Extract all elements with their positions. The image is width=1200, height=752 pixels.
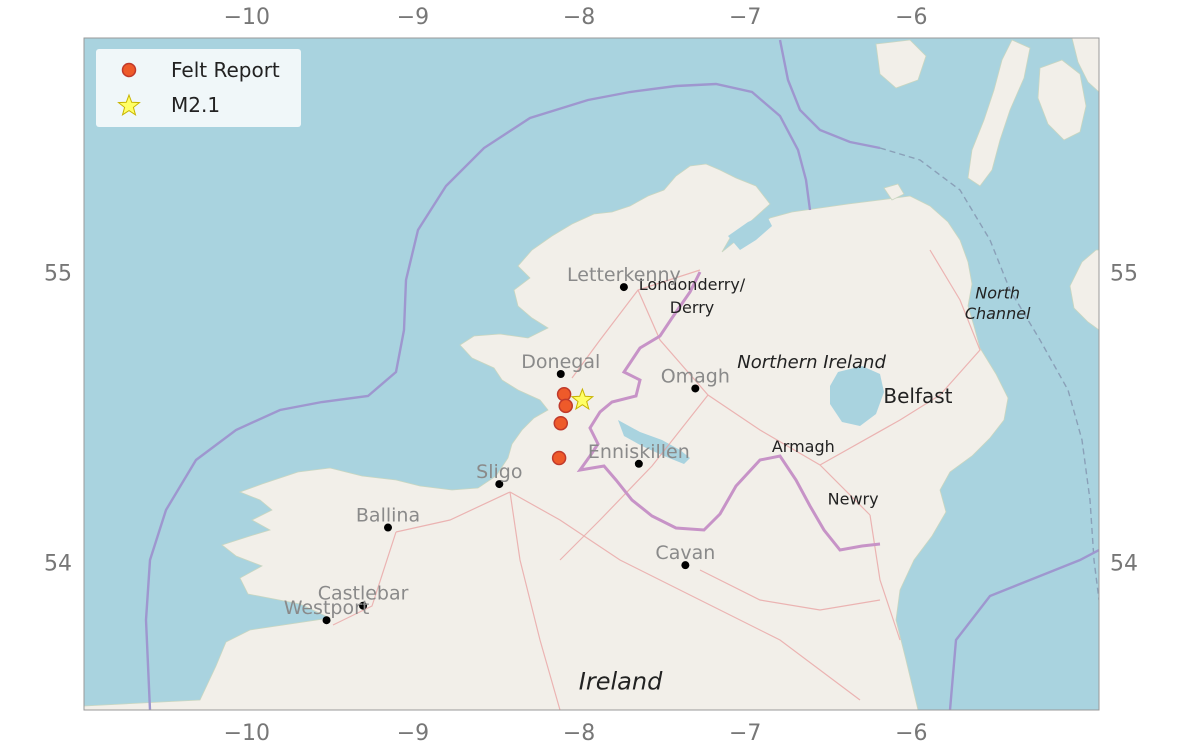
basemap-label: Ireland — [579, 668, 663, 696]
x-tick-label-bottom: −9 — [397, 721, 429, 746]
city-label: Enniskillen — [588, 441, 690, 463]
x-tick-label-bottom: −7 — [729, 721, 761, 746]
legend-felt-label: Felt Report — [171, 58, 280, 82]
city-label: Letterkenny — [567, 264, 681, 286]
basemap-label: Armagh — [772, 437, 835, 456]
x-tick-label-bottom: −8 — [563, 721, 595, 746]
basemap-label: Belfast — [883, 384, 952, 408]
x-tick-label-top: −6 — [895, 5, 927, 30]
legend-felt-marker — [121, 62, 137, 78]
x-tick-label-top: −8 — [563, 5, 595, 30]
basemap-label: Newry — [828, 489, 879, 508]
map-figure: −10−10−9−9−8−8−7−7−6−655 5554 54 Londonder… — [44, 5, 1138, 746]
basemap-label: Derry — [670, 298, 715, 317]
city-label: Ballina — [356, 505, 420, 527]
basemap-label: Channel — [965, 304, 1031, 323]
x-tick-label-top: −7 — [729, 5, 761, 30]
city-label: Cavan — [655, 542, 715, 564]
basemap-label: Northern Ireland — [737, 352, 886, 373]
felt-report-marker — [558, 398, 574, 414]
x-tick-label-top: −10 — [224, 5, 270, 30]
y-tick-label-right: 54 — [1110, 551, 1138, 576]
city-label: Omagh — [661, 365, 730, 387]
city-label: Westport — [284, 597, 370, 619]
felt-report-marker — [553, 415, 569, 431]
city-label: Sligo — [476, 461, 522, 483]
x-tick-label-bottom: −10 — [224, 721, 270, 746]
basemap-label: North — [975, 284, 1020, 303]
legend: Felt Report M2.1 — [96, 49, 301, 127]
x-tick-label-bottom: −6 — [895, 721, 927, 746]
city-label: Donegal — [521, 351, 600, 373]
y-tick-label-right: 55 — [1110, 262, 1138, 287]
y-tick-label-left: 55 — [44, 262, 72, 287]
legend-event-label: M2.1 — [171, 93, 220, 117]
felt-report-marker — [551, 450, 567, 466]
x-tick-label-top: −9 — [397, 5, 429, 30]
y-tick-label-left: 54 — [44, 551, 72, 576]
